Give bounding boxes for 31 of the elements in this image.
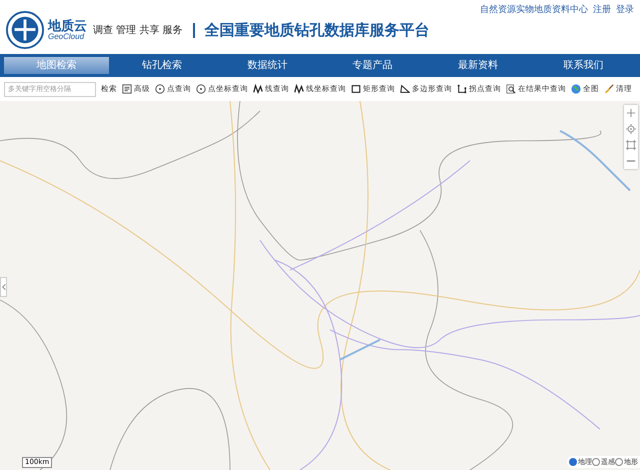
chevron-left-icon bbox=[2, 283, 6, 291]
broom-icon[interactable] bbox=[604, 84, 614, 94]
magnifier-page-icon[interactable] bbox=[506, 84, 516, 94]
circle-dot-icon[interactable] bbox=[155, 84, 165, 94]
circle-dot-icon[interactable] bbox=[196, 84, 206, 94]
collapse-button[interactable] bbox=[0, 277, 7, 297]
brand-subtitle: GeoCloud bbox=[48, 32, 84, 40]
frame-icon bbox=[626, 140, 636, 150]
crosshair-icon bbox=[626, 124, 636, 134]
slogan: 调查 管理 共享 服务 bbox=[93, 24, 183, 37]
zoom-in-button[interactable] bbox=[624, 105, 638, 121]
polyline-icon[interactable] bbox=[294, 84, 304, 94]
plus-icon bbox=[626, 108, 636, 118]
advanced-search-icon[interactable] bbox=[122, 84, 132, 94]
globe-icon[interactable] bbox=[571, 84, 581, 94]
header-link[interactable]: 注册 bbox=[593, 3, 611, 16]
zoom-out-button[interactable] bbox=[624, 153, 638, 169]
nav-tab[interactable]: 最新资料 bbox=[425, 57, 531, 74]
nav-tab[interactable]: 联系我们 bbox=[530, 57, 636, 74]
header-link[interactable]: 自然资源实物地质资料中心 bbox=[480, 3, 588, 16]
brand-name: 地质云 bbox=[48, 20, 87, 32]
rectangle-icon[interactable] bbox=[351, 84, 361, 94]
corner-points-icon[interactable] bbox=[457, 84, 467, 94]
site-title: 全国重要地质钻孔数据库服务平台 bbox=[204, 20, 430, 40]
header-link[interactable]: 登录 bbox=[616, 3, 634, 16]
nav-tab[interactable]: 数据统计 bbox=[214, 57, 320, 74]
nav-tab[interactable]: 专题产品 bbox=[320, 57, 426, 74]
nav-tab[interactable]: 钻孔检索 bbox=[109, 57, 215, 74]
triangle-icon[interactable] bbox=[400, 84, 410, 94]
logo-icon bbox=[6, 11, 44, 49]
polyline-icon[interactable] bbox=[253, 84, 263, 94]
